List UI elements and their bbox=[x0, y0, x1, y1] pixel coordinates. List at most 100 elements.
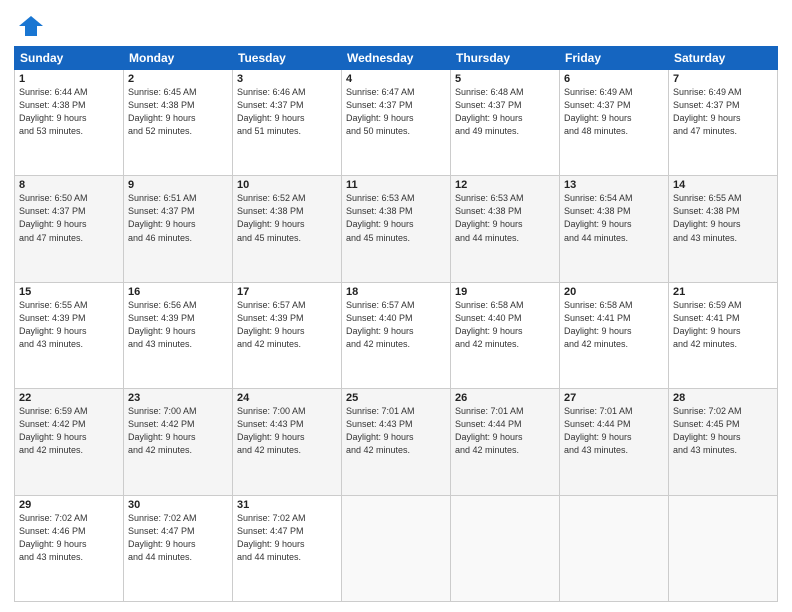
day-info: Sunrise: 7:00 AM Sunset: 4:43 PM Dayligh… bbox=[237, 405, 337, 457]
day-info: Sunrise: 7:02 AM Sunset: 4:45 PM Dayligh… bbox=[673, 405, 773, 457]
calendar-day-cell: 22Sunrise: 6:59 AM Sunset: 4:42 PM Dayli… bbox=[15, 389, 124, 495]
day-info: Sunrise: 6:58 AM Sunset: 4:40 PM Dayligh… bbox=[455, 299, 555, 351]
calendar-day-cell: 2Sunrise: 6:45 AM Sunset: 4:38 PM Daylig… bbox=[124, 70, 233, 176]
day-number: 29 bbox=[19, 499, 119, 511]
calendar-day-cell: 26Sunrise: 7:01 AM Sunset: 4:44 PM Dayli… bbox=[451, 389, 560, 495]
day-number: 12 bbox=[455, 179, 555, 191]
day-number: 27 bbox=[564, 392, 664, 404]
day-number: 10 bbox=[237, 179, 337, 191]
calendar-day-cell: 30Sunrise: 7:02 AM Sunset: 4:47 PM Dayli… bbox=[124, 495, 233, 601]
calendar-day-cell: 25Sunrise: 7:01 AM Sunset: 4:43 PM Dayli… bbox=[342, 389, 451, 495]
calendar-day-cell: 14Sunrise: 6:55 AM Sunset: 4:38 PM Dayli… bbox=[669, 176, 778, 282]
day-number: 15 bbox=[19, 286, 119, 298]
calendar-header-cell: Wednesday bbox=[342, 47, 451, 70]
calendar-day-cell: 23Sunrise: 7:00 AM Sunset: 4:42 PM Dayli… bbox=[124, 389, 233, 495]
day-number: 18 bbox=[346, 286, 446, 298]
day-info: Sunrise: 7:00 AM Sunset: 4:42 PM Dayligh… bbox=[128, 405, 228, 457]
calendar-table: SundayMondayTuesdayWednesdayThursdayFrid… bbox=[14, 46, 778, 602]
day-number: 20 bbox=[564, 286, 664, 298]
calendar-day-cell: 18Sunrise: 6:57 AM Sunset: 4:40 PM Dayli… bbox=[342, 282, 451, 388]
calendar-day-cell: 20Sunrise: 6:58 AM Sunset: 4:41 PM Dayli… bbox=[560, 282, 669, 388]
day-info: Sunrise: 6:59 AM Sunset: 4:41 PM Dayligh… bbox=[673, 299, 773, 351]
day-info: Sunrise: 6:44 AM Sunset: 4:38 PM Dayligh… bbox=[19, 86, 119, 138]
day-number: 28 bbox=[673, 392, 773, 404]
day-info: Sunrise: 6:59 AM Sunset: 4:42 PM Dayligh… bbox=[19, 405, 119, 457]
calendar-week-row: 1Sunrise: 6:44 AM Sunset: 4:38 PM Daylig… bbox=[15, 70, 778, 176]
day-info: Sunrise: 6:47 AM Sunset: 4:37 PM Dayligh… bbox=[346, 86, 446, 138]
day-info: Sunrise: 7:01 AM Sunset: 4:44 PM Dayligh… bbox=[455, 405, 555, 457]
calendar-body: 1Sunrise: 6:44 AM Sunset: 4:38 PM Daylig… bbox=[15, 70, 778, 602]
calendar-day-cell: 11Sunrise: 6:53 AM Sunset: 4:38 PM Dayli… bbox=[342, 176, 451, 282]
calendar-day-cell: 17Sunrise: 6:57 AM Sunset: 4:39 PM Dayli… bbox=[233, 282, 342, 388]
calendar-day-cell: 29Sunrise: 7:02 AM Sunset: 4:46 PM Dayli… bbox=[15, 495, 124, 601]
calendar-header-cell: Tuesday bbox=[233, 47, 342, 70]
day-number: 8 bbox=[19, 179, 119, 191]
calendar-day-cell: 13Sunrise: 6:54 AM Sunset: 4:38 PM Dayli… bbox=[560, 176, 669, 282]
calendar-header-cell: Monday bbox=[124, 47, 233, 70]
day-info: Sunrise: 6:54 AM Sunset: 4:38 PM Dayligh… bbox=[564, 192, 664, 244]
day-number: 25 bbox=[346, 392, 446, 404]
page: SundayMondayTuesdayWednesdayThursdayFrid… bbox=[0, 0, 792, 612]
calendar-week-row: 15Sunrise: 6:55 AM Sunset: 4:39 PM Dayli… bbox=[15, 282, 778, 388]
calendar-day-cell bbox=[669, 495, 778, 601]
day-info: Sunrise: 6:51 AM Sunset: 4:37 PM Dayligh… bbox=[128, 192, 228, 244]
day-info: Sunrise: 6:52 AM Sunset: 4:38 PM Dayligh… bbox=[237, 192, 337, 244]
calendar-day-cell: 6Sunrise: 6:49 AM Sunset: 4:37 PM Daylig… bbox=[560, 70, 669, 176]
calendar-day-cell: 10Sunrise: 6:52 AM Sunset: 4:38 PM Dayli… bbox=[233, 176, 342, 282]
day-number: 31 bbox=[237, 499, 337, 511]
calendar-day-cell: 27Sunrise: 7:01 AM Sunset: 4:44 PM Dayli… bbox=[560, 389, 669, 495]
day-info: Sunrise: 6:46 AM Sunset: 4:37 PM Dayligh… bbox=[237, 86, 337, 138]
calendar-day-cell: 9Sunrise: 6:51 AM Sunset: 4:37 PM Daylig… bbox=[124, 176, 233, 282]
calendar-header-cell: Sunday bbox=[15, 47, 124, 70]
calendar-week-row: 22Sunrise: 6:59 AM Sunset: 4:42 PM Dayli… bbox=[15, 389, 778, 495]
day-info: Sunrise: 6:53 AM Sunset: 4:38 PM Dayligh… bbox=[346, 192, 446, 244]
day-info: Sunrise: 7:01 AM Sunset: 4:43 PM Dayligh… bbox=[346, 405, 446, 457]
day-info: Sunrise: 6:49 AM Sunset: 4:37 PM Dayligh… bbox=[673, 86, 773, 138]
day-number: 24 bbox=[237, 392, 337, 404]
calendar-header-row: SundayMondayTuesdayWednesdayThursdayFrid… bbox=[15, 47, 778, 70]
logo-icon bbox=[17, 12, 45, 40]
day-number: 21 bbox=[673, 286, 773, 298]
calendar-day-cell: 5Sunrise: 6:48 AM Sunset: 4:37 PM Daylig… bbox=[451, 70, 560, 176]
day-info: Sunrise: 6:48 AM Sunset: 4:37 PM Dayligh… bbox=[455, 86, 555, 138]
calendar-day-cell: 19Sunrise: 6:58 AM Sunset: 4:40 PM Dayli… bbox=[451, 282, 560, 388]
day-info: Sunrise: 6:56 AM Sunset: 4:39 PM Dayligh… bbox=[128, 299, 228, 351]
calendar-day-cell bbox=[560, 495, 669, 601]
calendar-day-cell: 4Sunrise: 6:47 AM Sunset: 4:37 PM Daylig… bbox=[342, 70, 451, 176]
day-number: 14 bbox=[673, 179, 773, 191]
day-number: 4 bbox=[346, 73, 446, 85]
day-info: Sunrise: 6:45 AM Sunset: 4:38 PM Dayligh… bbox=[128, 86, 228, 138]
day-info: Sunrise: 6:53 AM Sunset: 4:38 PM Dayligh… bbox=[455, 192, 555, 244]
calendar-day-cell: 28Sunrise: 7:02 AM Sunset: 4:45 PM Dayli… bbox=[669, 389, 778, 495]
day-info: Sunrise: 7:02 AM Sunset: 4:46 PM Dayligh… bbox=[19, 512, 119, 564]
day-info: Sunrise: 6:57 AM Sunset: 4:40 PM Dayligh… bbox=[346, 299, 446, 351]
day-info: Sunrise: 6:55 AM Sunset: 4:39 PM Dayligh… bbox=[19, 299, 119, 351]
day-info: Sunrise: 6:57 AM Sunset: 4:39 PM Dayligh… bbox=[237, 299, 337, 351]
header bbox=[14, 12, 778, 40]
day-number: 19 bbox=[455, 286, 555, 298]
calendar-day-cell: 24Sunrise: 7:00 AM Sunset: 4:43 PM Dayli… bbox=[233, 389, 342, 495]
calendar-day-cell: 31Sunrise: 7:02 AM Sunset: 4:47 PM Dayli… bbox=[233, 495, 342, 601]
day-info: Sunrise: 7:02 AM Sunset: 4:47 PM Dayligh… bbox=[237, 512, 337, 564]
day-info: Sunrise: 7:01 AM Sunset: 4:44 PM Dayligh… bbox=[564, 405, 664, 457]
day-number: 11 bbox=[346, 179, 446, 191]
day-number: 1 bbox=[19, 73, 119, 85]
calendar-day-cell: 16Sunrise: 6:56 AM Sunset: 4:39 PM Dayli… bbox=[124, 282, 233, 388]
calendar-day-cell: 8Sunrise: 6:50 AM Sunset: 4:37 PM Daylig… bbox=[15, 176, 124, 282]
calendar-day-cell bbox=[451, 495, 560, 601]
day-number: 16 bbox=[128, 286, 228, 298]
day-number: 17 bbox=[237, 286, 337, 298]
calendar-header-cell: Thursday bbox=[451, 47, 560, 70]
calendar-week-row: 8Sunrise: 6:50 AM Sunset: 4:37 PM Daylig… bbox=[15, 176, 778, 282]
day-number: 7 bbox=[673, 73, 773, 85]
day-number: 2 bbox=[128, 73, 228, 85]
day-info: Sunrise: 6:58 AM Sunset: 4:41 PM Dayligh… bbox=[564, 299, 664, 351]
calendar-header-cell: Friday bbox=[560, 47, 669, 70]
calendar-day-cell: 12Sunrise: 6:53 AM Sunset: 4:38 PM Dayli… bbox=[451, 176, 560, 282]
day-number: 26 bbox=[455, 392, 555, 404]
day-number: 5 bbox=[455, 73, 555, 85]
calendar-day-cell: 21Sunrise: 6:59 AM Sunset: 4:41 PM Dayli… bbox=[669, 282, 778, 388]
day-number: 9 bbox=[128, 179, 228, 191]
calendar-day-cell: 3Sunrise: 6:46 AM Sunset: 4:37 PM Daylig… bbox=[233, 70, 342, 176]
day-number: 23 bbox=[128, 392, 228, 404]
